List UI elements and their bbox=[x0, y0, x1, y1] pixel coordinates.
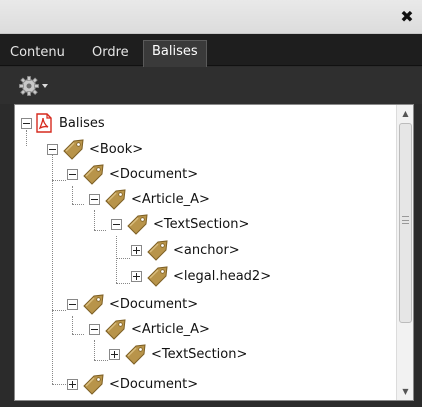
tree-node-label: <Article_A> bbox=[131, 321, 210, 337]
tag-icon bbox=[125, 344, 146, 365]
tree-node-label: <Document> bbox=[109, 166, 199, 182]
tab-contenu[interactable]: Contenu bbox=[2, 42, 73, 66]
expand-toggle[interactable] bbox=[109, 348, 120, 360]
tree-node-textsection[interactable]: <TextSection> bbox=[111, 211, 249, 237]
panel-tabs: Contenu Ordre Balises bbox=[0, 34, 422, 67]
triangle-down-icon bbox=[42, 84, 48, 88]
collapse-toggle[interactable] bbox=[67, 298, 78, 310]
tree-node-document[interactable]: <Document> bbox=[67, 291, 198, 317]
tags-tree: Balises <Book> <Document> <Article_A> <T… bbox=[15, 105, 397, 400]
options-menu-button[interactable] bbox=[18, 75, 56, 97]
tag-icon bbox=[83, 164, 104, 185]
close-button[interactable]: ✖ bbox=[398, 8, 416, 26]
scrollbar-thumb[interactable] bbox=[399, 123, 412, 323]
scroll-up-button[interactable]: ▲ bbox=[397, 105, 413, 122]
tag-icon bbox=[83, 374, 104, 395]
tree-node-article-a[interactable]: <Article_A> bbox=[89, 316, 210, 342]
tab-ordre[interactable]: Ordre bbox=[84, 42, 137, 66]
tree-node-label: <TextSection> bbox=[151, 346, 248, 362]
tree-node-label: <Book> bbox=[89, 141, 144, 157]
expand-toggle[interactable] bbox=[131, 244, 142, 256]
panel-titlebar: ✖ bbox=[0, 0, 422, 34]
collapse-toggle[interactable] bbox=[21, 117, 32, 129]
tree-node-document[interactable]: <Document> bbox=[67, 371, 198, 397]
tree-node-anchor[interactable]: <anchor> bbox=[131, 237, 240, 263]
tree-node-document[interactable]: <Document> bbox=[67, 161, 198, 187]
tree-node-balises[interactable]: Balises bbox=[21, 110, 105, 136]
vertical-scrollbar[interactable]: ▲ ▼ bbox=[396, 105, 413, 400]
pdf-icon bbox=[36, 113, 52, 133]
tag-icon bbox=[105, 319, 126, 340]
tree-node-label: <anchor> bbox=[173, 242, 240, 258]
tag-icon bbox=[147, 240, 168, 261]
collapse-toggle[interactable] bbox=[67, 168, 78, 180]
tree-node-label: Balises bbox=[59, 115, 105, 131]
tag-icon bbox=[105, 189, 126, 210]
collapse-toggle[interactable] bbox=[111, 218, 122, 230]
tree-node-article-a[interactable]: <Article_A> bbox=[89, 186, 210, 212]
expand-toggle[interactable] bbox=[67, 378, 78, 390]
tree-node-legal-head2[interactable]: <legal.head2> bbox=[131, 263, 271, 289]
collapse-toggle[interactable] bbox=[47, 143, 58, 155]
tree-node-book[interactable]: <Book> bbox=[47, 136, 143, 162]
tags-tree-panel: Balises <Book> <Document> <Article_A> <T… bbox=[14, 104, 414, 401]
expand-toggle[interactable] bbox=[131, 270, 142, 282]
tree-node-label: <legal.head2> bbox=[173, 268, 272, 284]
scroll-down-button[interactable]: ▼ bbox=[397, 383, 413, 400]
tag-icon bbox=[147, 266, 168, 287]
tag-icon bbox=[63, 139, 84, 160]
tree-node-label: <Document> bbox=[109, 376, 199, 392]
tree-node-label: <Document> bbox=[109, 296, 199, 312]
collapse-toggle[interactable] bbox=[89, 323, 100, 335]
tag-icon bbox=[127, 214, 148, 235]
tag-icon bbox=[83, 294, 104, 315]
tree-node-textsection[interactable]: <TextSection> bbox=[109, 341, 247, 367]
gear-icon bbox=[19, 76, 39, 96]
panel-toolbar bbox=[0, 67, 422, 104]
grip-icon bbox=[402, 216, 409, 224]
tab-balises[interactable]: Balises bbox=[143, 40, 207, 67]
tree-node-label: <TextSection> bbox=[153, 216, 250, 232]
collapse-toggle[interactable] bbox=[89, 193, 100, 205]
tree-node-label: <Article_A> bbox=[131, 191, 210, 207]
